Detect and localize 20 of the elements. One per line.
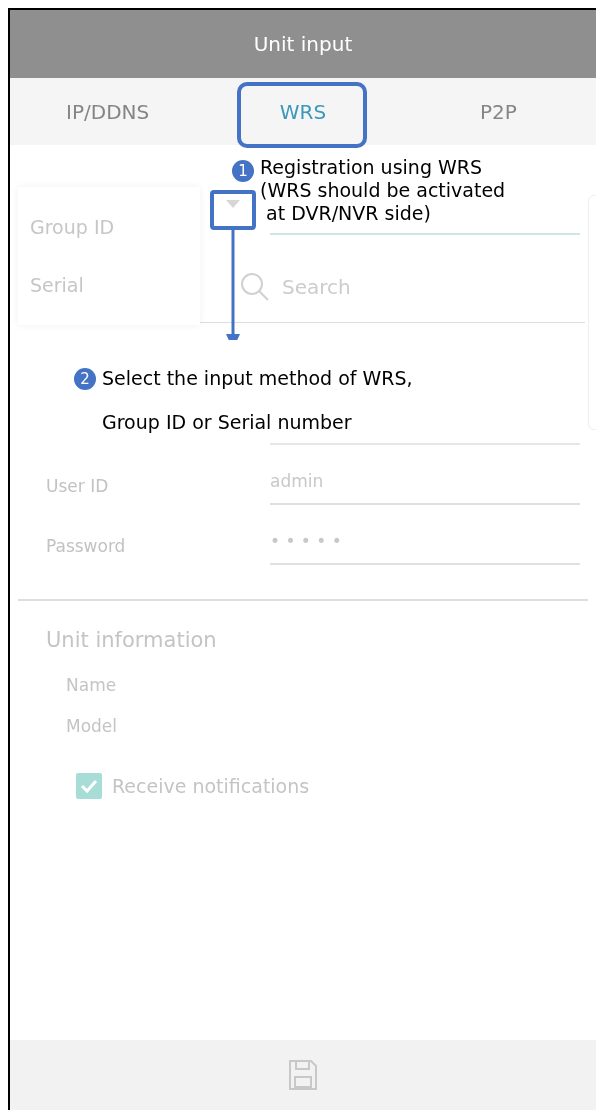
info-label: Model [66, 715, 119, 738]
field-label: User ID [46, 474, 110, 498]
checkbox[interactable] [76, 772, 102, 799]
dropdown-arrow-icon[interactable] [226, 200, 240, 208]
search-icon [240, 271, 270, 302]
annotation-text: Registration using WRS (WRS should be activated at DVR/NVR side) [260, 156, 506, 225]
menu-item[interactable]: Group ID [30, 212, 200, 241]
field-label: Password [46, 534, 127, 558]
checkbox-label: Receive notifications [112, 773, 310, 799]
annotation-text: Select the input method of WRS, Group ID or Serial number [102, 366, 413, 435]
tab[interactable]: WRS [205, 78, 401, 145]
section-title: Unit information [46, 627, 218, 654]
step-number-badge: 2 [74, 368, 96, 390]
tab[interactable]: P2P [400, 78, 596, 145]
tab[interactable]: IP/DDNS [10, 78, 206, 145]
info-label: Name [66, 673, 118, 697]
input-field[interactable]: • • • • • [270, 529, 580, 565]
menu-item[interactable]: Serial [30, 271, 200, 300]
save-icon[interactable] [288, 1059, 318, 1091]
window-title: Unit input [253, 31, 353, 58]
